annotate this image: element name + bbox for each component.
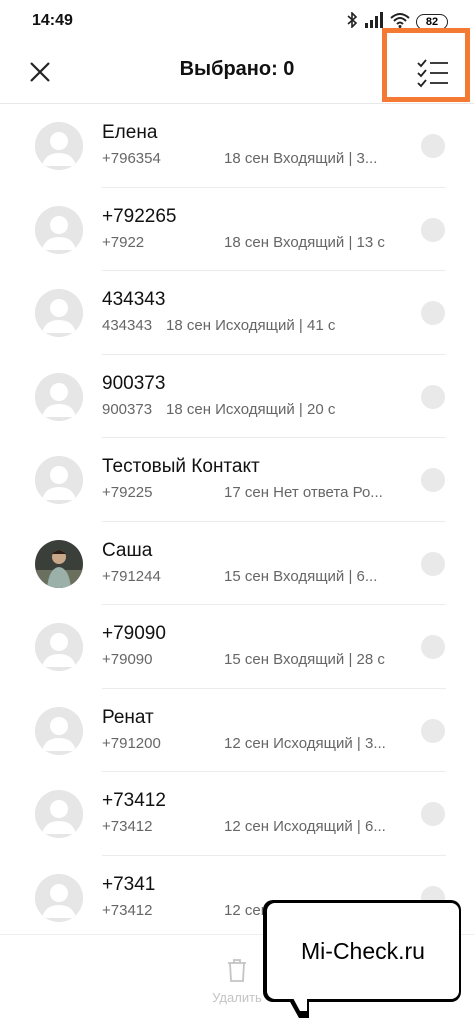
call-details: 18 сен Исходящий | 41 с (166, 317, 336, 334)
contact-name: Саша (102, 539, 153, 561)
contact-name: 900373 (102, 372, 166, 394)
contact-photo-avatar (35, 539, 83, 588)
call-row[interactable]: +792265 +7922 18 сен Входящий | 13 с (0, 188, 474, 271)
contact-name: 434343 (102, 289, 166, 310)
select-checkbox[interactable] (421, 551, 445, 576)
select-checkbox[interactable] (421, 301, 445, 325)
default-avatar-icon (35, 372, 83, 421)
call-details: 18 сен Исходящий | 20 с (166, 400, 336, 418)
contact-name: Елена (102, 122, 158, 143)
call-row[interactable]: 434343 434343 18 сен Исходящий | 41 с (0, 271, 474, 355)
call-row[interactable]: +73412 +73412 12 сен Исходящий | 6... (0, 772, 474, 856)
call-details: 18 сен Входящий | 13 с (224, 233, 385, 251)
select-checkbox[interactable] (421, 635, 445, 659)
call-details: 12 сен Исходящий | 3... (224, 734, 386, 752)
phone-number: +73412 (102, 901, 153, 919)
contact-name: Тестовый Контакт (102, 456, 260, 477)
watermark-text: Mi-Check.ru (301, 937, 425, 964)
status-time: 14:49 (32, 12, 73, 29)
call-row[interactable]: Саша +791244 15 сен Входящий | 6... (0, 522, 474, 605)
call-row[interactable]: Елена +796354 18 сен Входящий | 3... (0, 104, 474, 188)
contact-name: Ренат (102, 706, 154, 728)
select-checkbox[interactable] (421, 134, 445, 158)
signal-icon (364, 11, 384, 33)
select-checkbox[interactable] (421, 217, 445, 242)
default-avatar-icon (35, 706, 83, 755)
watermark-tail-inner (293, 998, 307, 1011)
call-row[interactable]: 900373 900373 18 сен Исходящий | 20 с (0, 355, 474, 438)
select-all-button[interactable] (416, 58, 450, 88)
phone-number: 900373 (102, 400, 153, 418)
call-row[interactable]: Ренат +791200 12 сен Исходящий | 3... (0, 689, 474, 772)
contact-name: +73412 (102, 790, 166, 811)
call-list: Елена +796354 18 сен Входящий | 3... +79226… (0, 104, 474, 934)
default-avatar-icon (35, 873, 83, 922)
phone-number: +791200 (102, 734, 161, 752)
default-avatar-icon (35, 205, 83, 254)
call-details: 15 сен Входящий | 28 с (224, 651, 385, 668)
phone-number: +796354 (102, 150, 161, 167)
delete-label: Удалить (212, 990, 262, 1005)
default-avatar-icon (35, 456, 83, 504)
select-checkbox[interactable] (421, 718, 445, 743)
call-row[interactable]: +79090 +79090 15 сен Входящий | 28 с (0, 605, 474, 689)
select-checkbox[interactable] (421, 468, 445, 492)
select-checkbox[interactable] (421, 384, 445, 409)
phone-number: 434343 (102, 317, 153, 334)
phone-number: +791244 (102, 567, 161, 585)
call-details: 15 сен Входящий | 6... (224, 567, 378, 585)
contact-name: +792265 (102, 205, 177, 227)
contact-name: +7341 (102, 873, 156, 895)
select-checkbox[interactable] (421, 802, 445, 826)
bluetooth-icon (346, 10, 358, 33)
call-row[interactable]: Тестовый Контакт +79225 17 сен Нет ответа … (0, 438, 474, 522)
call-details: 12 сен Исходящий | 6... (224, 818, 386, 835)
phone-number: +7922 (102, 233, 145, 251)
phone-number: +73412 (102, 818, 153, 835)
default-avatar-icon (35, 122, 83, 170)
checklist-icon (417, 59, 448, 88)
contact-name: +79090 (102, 623, 166, 644)
call-details: 18 сен Входящий | 3... (224, 150, 378, 167)
default-avatar-icon (35, 623, 83, 671)
default-avatar-icon (35, 289, 83, 337)
delete-button[interactable]: Удалить (205, 957, 269, 1005)
phone-number: +79090 (102, 651, 153, 668)
default-avatar-icon (35, 790, 83, 838)
phone-number: +79225 (102, 484, 153, 501)
trash-icon (228, 959, 246, 982)
call-details: 17 сен Нет ответа Ро... (224, 484, 383, 501)
